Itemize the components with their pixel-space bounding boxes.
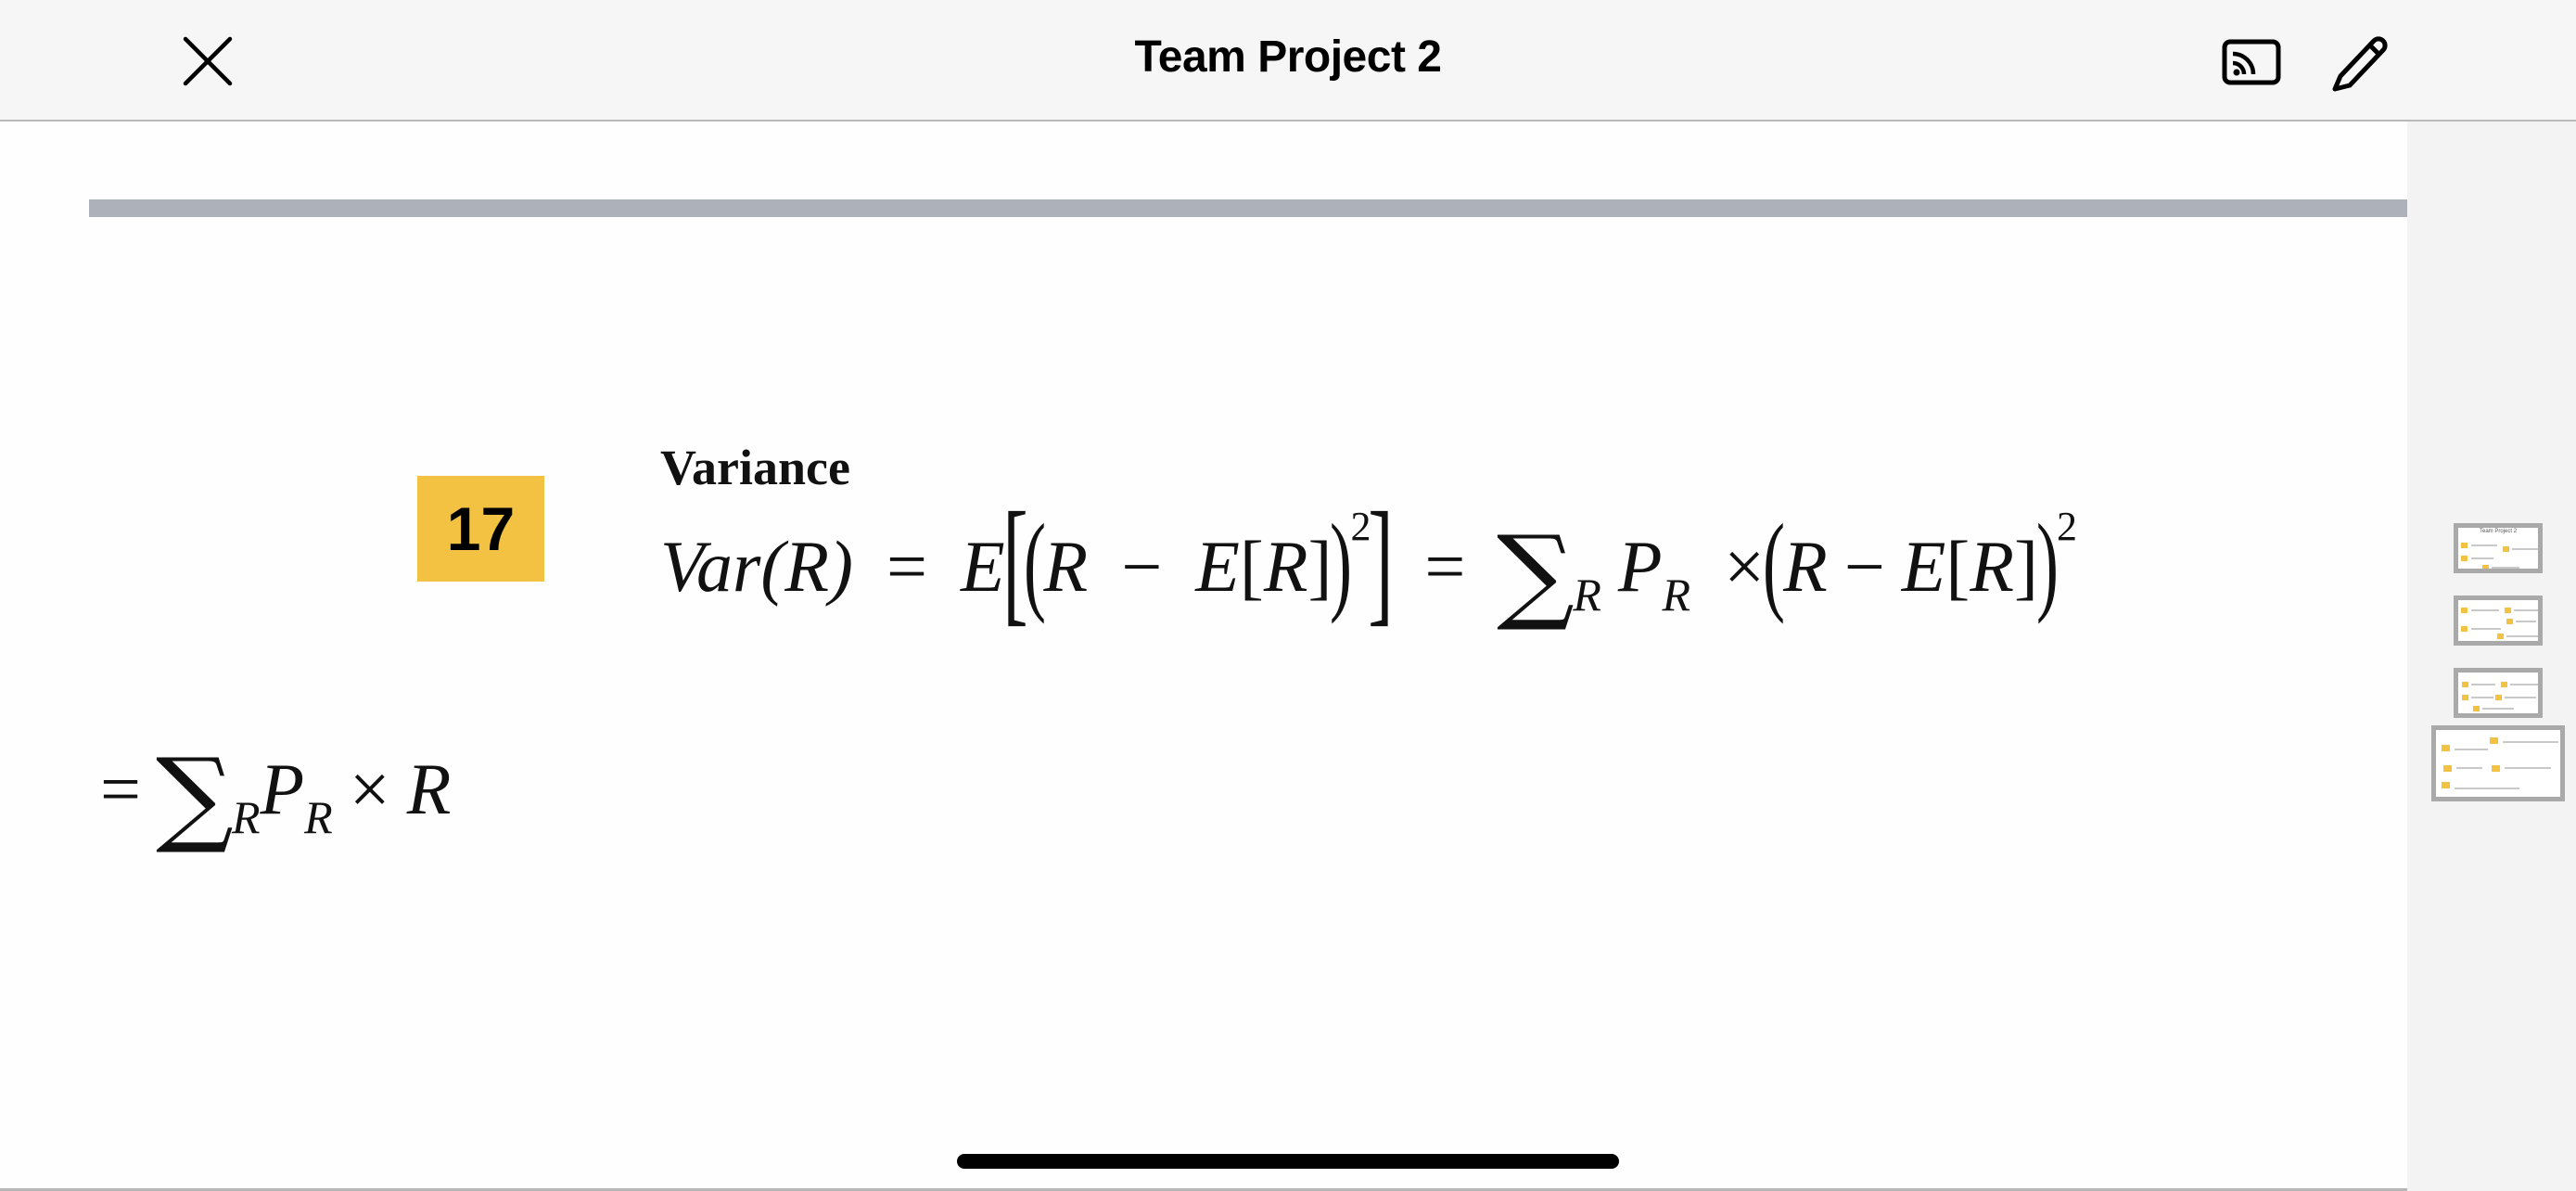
right-bracket-small: ] (2014, 526, 2038, 607)
thumbnail-badge (2461, 608, 2468, 613)
thumbnail-badge (2492, 765, 2500, 772)
thumbnail-text-line (2503, 741, 2558, 743)
times-sign: × (1724, 526, 1766, 607)
thumbnail-badge (2490, 737, 2498, 744)
right-paren: ) (2035, 501, 2059, 624)
probability-symbol: P (260, 749, 305, 829)
equals-sign: = (1424, 526, 1466, 607)
variance-formula: Var(R) = E [ ( R − E [R] ) 2 ] = ∑ R P R… (660, 492, 2077, 636)
document-title: Team Project 2 (1134, 32, 1442, 82)
times-sign: × (349, 749, 390, 829)
right-bracket-small: ] (1307, 526, 1333, 607)
thumbnail-badge (2503, 546, 2509, 552)
thumbnail-text-line (2471, 697, 2493, 698)
thumbnail-badge (2461, 556, 2468, 561)
thumbnail-text-line (2492, 567, 2519, 569)
probability-symbol: P (1617, 526, 1663, 607)
thumbnail-text-line (2505, 767, 2551, 769)
right-bracket: ] (1368, 484, 1395, 638)
slide-number-badge: 17 (417, 476, 544, 582)
thumbnail-text-line (2471, 684, 2495, 685)
page-thumbnail-3[interactable] (2454, 668, 2543, 718)
variable-r: R (406, 749, 452, 829)
thumbnail-badge (2497, 634, 2504, 639)
thumbnail-badge (2505, 608, 2511, 613)
page-thumbnail-2[interactable] (2454, 596, 2543, 646)
thumbnail-badge (2461, 626, 2468, 632)
thumbnail-badge (2462, 682, 2468, 687)
page-divider-bar (89, 199, 2407, 217)
expected-value-formula: = ∑ R P R × R (100, 734, 452, 857)
minus-sign: − (1843, 526, 1885, 607)
variable-r: R (1783, 526, 1828, 607)
thumbnail-badge (2506, 619, 2513, 624)
left-paren: ( (1763, 501, 1786, 624)
cast-icon (2222, 39, 2281, 85)
page-thumbnail-4-current[interactable] (2431, 725, 2565, 801)
edit-button[interactable] (2327, 30, 2394, 93)
exponent: 2 (2056, 503, 2077, 549)
thumbnail-badge (2461, 543, 2468, 548)
variable-r: R (1970, 526, 2015, 607)
thumbnail-badge (2443, 765, 2452, 772)
probability-subscript: R (304, 791, 333, 843)
right-paren: ) (1330, 501, 1353, 624)
thumbnail-text-line (2471, 609, 2499, 611)
home-indicator[interactable] (957, 1154, 1619, 1169)
thumbnail-text-line (2456, 767, 2482, 769)
left-paren: ( (1023, 501, 1046, 624)
thumbnail-badge (2482, 565, 2489, 569)
left-bracket-small: [ (1945, 526, 1970, 607)
thumbnail-badge (2462, 695, 2468, 700)
thumbnail-text-line (2455, 788, 2519, 789)
expectation-symbol: E (1195, 526, 1240, 607)
thumbnail-badge (2442, 782, 2450, 788)
variable-r: R (1043, 526, 1089, 607)
thumbnail-text-line (2505, 697, 2536, 698)
thumbnail-text-line (2506, 635, 2538, 637)
thumbnail-badge (2495, 695, 2502, 700)
thumbnail-text-line (2455, 749, 2488, 750)
thumbnail-text-line (2471, 557, 2493, 559)
thumbnail-text-line (2471, 544, 2497, 546)
thumbnail-badge (2473, 706, 2480, 711)
variable-r: R (1263, 526, 1308, 607)
thumbnail-text-line (2471, 628, 2501, 630)
minus-sign: − (1121, 526, 1163, 607)
expectation-symbol: E (960, 526, 1005, 607)
summation-symbol: ∑ (156, 736, 234, 857)
summation-subscript: R (1573, 569, 1601, 621)
thumbnail-text-line (2482, 708, 2514, 710)
expectation-symbol: E (1901, 526, 1946, 607)
page-thumbnail-rail[interactable] (2407, 122, 2576, 1191)
section-heading: Variance (660, 440, 850, 495)
thumbnail-text-line (2512, 548, 2538, 550)
thumbnail-text-line (2514, 609, 2538, 611)
page-thumbnail-1[interactable]: Team Project 2 (2454, 523, 2543, 573)
top-bar: Team Project 2 (0, 0, 2576, 122)
thumbnail-badge (2501, 682, 2507, 687)
equals-sign: = (100, 749, 141, 829)
thumbnail-text-line (2516, 621, 2536, 622)
formula-lhs: Var(R) (660, 526, 853, 607)
cast-button[interactable] (2220, 33, 2285, 89)
summation-symbol: ∑ (1497, 514, 1575, 634)
pencil-icon (2332, 36, 2388, 92)
summation-subscript: R (231, 791, 261, 843)
left-bracket-small: [ (1239, 526, 1264, 607)
thumbnail-title: Team Project 2 (2479, 529, 2518, 534)
probability-subscript: R (1662, 569, 1691, 621)
thumbnail-text-line (2510, 684, 2538, 685)
equals-sign: = (886, 526, 927, 607)
document-page: 17 Variance Var(R) = E [ ( R − E [R] ) 2… (0, 122, 2407, 1191)
thumbnail-badge (2442, 745, 2450, 751)
